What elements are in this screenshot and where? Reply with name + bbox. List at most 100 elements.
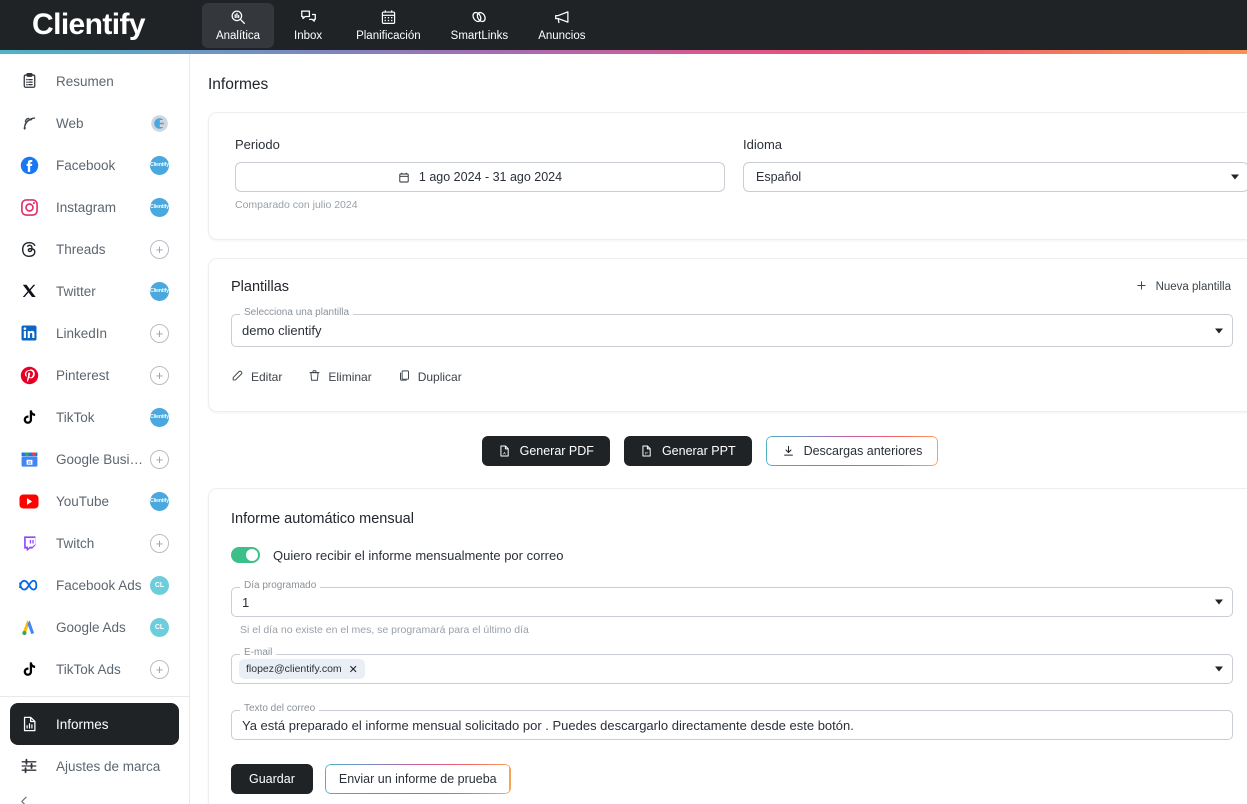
main-content: Informes Periodo 1 ago 2024 - 31 ago 202… [190,54,1247,804]
download-icon [782,444,795,458]
edit-template-button[interactable]: Editar [231,369,282,385]
scheduled-day-select[interactable]: 1 [231,587,1233,617]
nav-label-planificacion: Planificación [356,29,421,42]
sidebar-item-facebook[interactable]: Facebook Clientify [10,144,179,186]
sidebar-item-web[interactable]: Web [10,102,179,144]
badge-web-clientify-mark[interactable] [150,114,169,133]
date-range-picker[interactable]: 1 ago 2024 - 31 ago 2024 [235,162,725,192]
copy-icon [398,369,411,385]
plantillas-card: Plantillas Nueva plantilla Selecciona un… [208,258,1247,412]
nav-item-planificacion[interactable]: Planificación [342,3,435,48]
sidebar-item-ajustes-de-marca[interactable]: Ajustes de marca [10,745,179,787]
nav-item-analitica[interactable]: Analítica [201,2,275,48]
nav-item-smartlinks[interactable]: SmartLinks [437,3,523,48]
plantillas-title: Plantillas [231,279,290,295]
sidebar-item-linkedin[interactable]: LinkedIn + [10,312,179,354]
sidebar-item-tiktok[interactable]: TikTok Clientify [10,396,179,438]
twitch-icon [18,532,40,554]
periodo-card: Periodo 1 ago 2024 - 31 ago 2024 Compara… [208,112,1247,240]
email-chip[interactable]: flopez@clientify.com ✕ [239,659,365,679]
sidebar-item-resumen[interactable]: Resumen [10,60,179,102]
nav-label-smartlinks: SmartLinks [450,29,509,42]
delete-template-label: Eliminar [328,370,372,384]
badge-clientify-tiktok[interactable]: Clientify [150,407,169,427]
send-test-report-button[interactable]: Enviar un informe de prueba [324,764,511,794]
twitter-x-icon [18,280,40,302]
instagram-icon [18,196,40,218]
nav-item-anuncios[interactable]: Anuncios [524,3,599,48]
badge-connect-tiktok-ads[interactable]: + [150,659,169,679]
sidebar-label-tiktok: TikTok [56,409,95,425]
nav-label-inbox: Inbox [294,29,323,42]
sidebar-collapse-button[interactable] [10,787,179,804]
chevron-down-icon [1231,174,1239,180]
nav-label-analitica: Analítica [215,29,261,42]
clientify-logo[interactable]: Clientify [32,8,146,41]
badge-clientify-instagram[interactable]: Clientify [150,197,169,217]
badge-clientify-youtube[interactable]: Clientify [150,491,169,511]
auto-report-title: Informe automático mensual [231,511,414,527]
duplicate-template-button[interactable]: Duplicar [398,369,462,385]
badge-clientify-facebook[interactable]: Clientify [150,155,169,175]
email-body-input[interactable]: Ya está preparado el informe mensual sol… [231,710,1233,740]
sidebar-item-facebook-ads[interactable]: Facebook Ads CL [10,564,179,606]
badge-connect-google-business[interactable]: + [150,449,169,469]
calendar-icon [398,171,410,184]
generate-ppt-button[interactable]: P Generar PPT [623,436,752,466]
threads-icon [18,238,40,260]
sidebar-item-instagram[interactable]: Instagram Clientify [10,186,179,228]
save-button[interactable]: Guardar [231,764,313,794]
badge-cl-google-ads[interactable]: CL [150,617,169,637]
page-title: Informes [208,76,269,93]
badge-connect-pinterest[interactable]: + [150,365,169,385]
analytics-magnifier-icon [229,8,247,27]
google-business-icon: G [18,448,40,470]
clipboard-icon [18,70,40,92]
pinterest-icon [18,364,40,386]
svg-text:P: P [645,450,648,455]
sidebar-item-youtube[interactable]: YouTube Clientify [10,480,179,522]
badge-connect-threads[interactable]: + [150,239,169,259]
sidebar-item-tiktok-ads[interactable]: TikTok Ads + [10,648,179,690]
badge-clientify-twitter[interactable]: Clientify [150,281,169,301]
badge-connect-twitch[interactable]: + [150,533,169,553]
monthly-email-toggle-label: Quiero recibir el informe mensualmente p… [273,547,564,563]
template-select-value: demo clientify [242,323,322,338]
monthly-email-toggle[interactable] [231,547,260,563]
generate-ppt-label: Generar PPT [661,444,736,458]
duplicate-template-label: Duplicar [417,370,462,384]
email-body-label: Texto del correo [240,703,320,714]
nav-item-inbox[interactable]: Inbox [276,3,340,48]
email-field-label: E-mail [240,647,277,658]
sidebar-item-twitter[interactable]: Twitter Clientify [10,270,179,312]
new-template-button[interactable]: Nueva plantilla [1136,280,1231,294]
periodo-label: Periodo [235,137,280,152]
auto-report-card: Informe automático mensual Quiero recibi… [208,488,1247,804]
sidebar-label-youtube: YouTube [56,493,110,509]
sidebar-item-informes[interactable]: Informes [10,703,179,745]
badge-connect-linkedin[interactable]: + [150,323,169,343]
chevron-down-icon [1215,599,1223,605]
close-x-icon[interactable]: ✕ [349,663,358,676]
idioma-select[interactable]: Español [743,162,1247,192]
tiktok-ads-icon [18,658,40,680]
sidebar-item-threads[interactable]: Threads + [10,228,179,270]
sidebar-label-google-ads: Google Ads [56,619,126,635]
generate-pdf-button[interactable]: A Generar PDF [481,436,610,466]
template-actions: Editar Eliminar Duplicar [231,369,1247,385]
brand-text: lientify [53,8,145,41]
template-select[interactable]: demo clientify [231,314,1233,347]
sidebar-item-google-ads[interactable]: Google Ads CL [10,606,179,648]
top-nav-items: Analítica Inbox Planificación SmartLinks… [201,2,600,48]
sidebar-item-google-business[interactable]: G Google Business ... + [10,438,179,480]
badge-cl-facebook-ads[interactable]: CL [150,575,169,595]
sidebar-item-pinterest[interactable]: Pinterest + [10,354,179,396]
delete-template-button[interactable]: Eliminar [308,369,372,385]
report-document-icon [18,713,40,735]
sidebar-label-twitch: Twitch [56,535,95,551]
sidebar-item-twitch[interactable]: Twitch + [10,522,179,564]
email-field[interactable]: flopez@clientify.com ✕ [231,654,1233,684]
scheduled-day-value: 1 [242,594,250,610]
sidebar-label-resumen: Resumen [56,73,114,89]
previous-downloads-button[interactable]: Descargas anteriores [765,436,939,466]
